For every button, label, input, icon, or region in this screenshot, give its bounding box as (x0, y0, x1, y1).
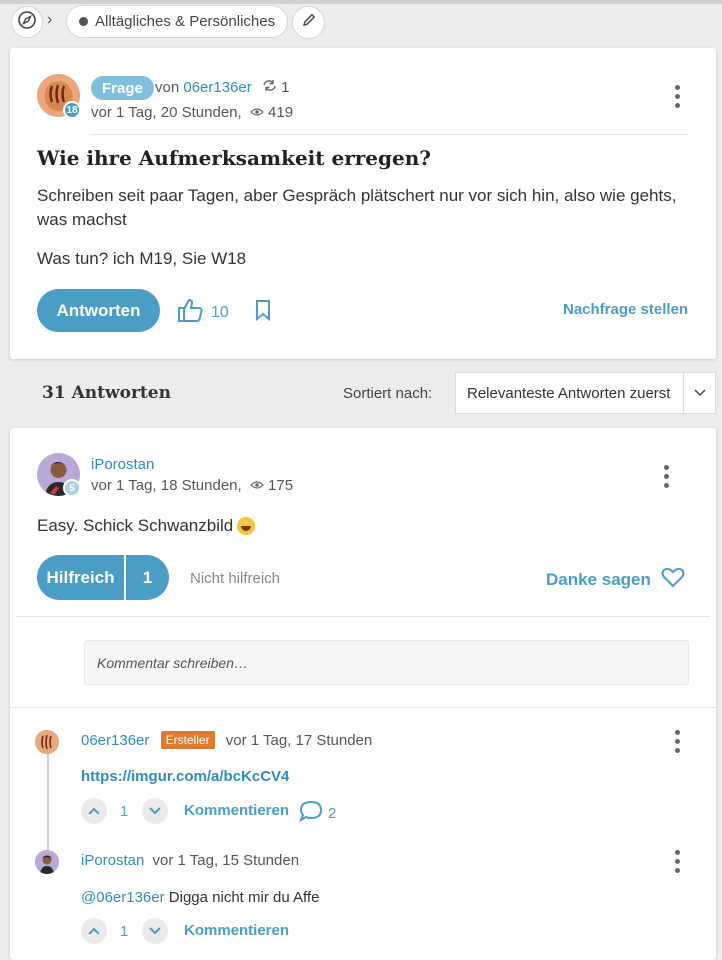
downvote-button[interactable] (142, 918, 168, 944)
comment-input[interactable]: Kommentar schreiben… (84, 640, 689, 685)
question-time: vor 1 Tag, 20 Stunden, (91, 104, 242, 121)
by-prefix: von (155, 79, 180, 96)
thanks-label: Danke sagen (546, 570, 651, 589)
comment-author-link[interactable]: iPorostan (81, 852, 144, 869)
eye-icon (249, 104, 268, 121)
answer-card: 5 iPorostan vor 1 Tag, 18 Stunden, 175 E… (10, 428, 716, 960)
question-views: 419 (268, 104, 294, 121)
speech-bubble-icon (298, 800, 323, 826)
level-badge: 18 (63, 101, 81, 119)
revisions-count: 1 (281, 79, 290, 96)
vote-count: 1 (120, 923, 129, 940)
comment-time: vor 1 Tag, 15 Stunden (152, 852, 300, 869)
thanks-button[interactable]: Danke sagen (546, 567, 685, 593)
compass-icon (17, 10, 37, 35)
pencil-icon (301, 12, 317, 33)
answer-text: Easy. Schick Schwanzbild (37, 516, 256, 536)
helpful-count[interactable]: 1 (126, 555, 169, 600)
like-button[interactable]: 10 (177, 297, 229, 328)
top-divider (0, 0, 722, 4)
answer-button[interactable]: Antworten (37, 289, 160, 332)
laughing-emoji-icon (237, 517, 256, 535)
divider (91, 134, 689, 135)
mention-link[interactable]: @06er136er (81, 889, 165, 906)
eye-icon (249, 477, 268, 494)
chevron-down-icon (149, 922, 161, 940)
heart-icon (661, 567, 685, 593)
comment-text: @06er136er Digga nicht mir du Affe (81, 889, 319, 906)
explore-button[interactable] (11, 6, 43, 38)
downvote-button[interactable] (142, 798, 168, 824)
creator-badge: Ersteller (160, 731, 215, 749)
chevron-down-icon (149, 802, 161, 820)
reply-button[interactable]: Kommentieren (184, 802, 289, 819)
followup-link[interactable]: Nachfrage stellen (563, 301, 688, 318)
comment-link-text[interactable]: https://imgur.com/a/bcKcCV4 (81, 768, 289, 785)
chevron-down-icon (683, 373, 715, 413)
chevron-up-icon (88, 922, 100, 940)
question-title: Wie ihre Aufmerksamkeit erregen? (37, 146, 431, 170)
upvote-button[interactable] (81, 918, 107, 944)
question-body-2: Was tun? ich M19, Sie W18 (37, 249, 247, 268)
vote-count: 1 (120, 803, 129, 820)
answer-body: Easy. Schick Schwanzbild (37, 516, 234, 535)
sort-label: Sortiert nach: (343, 385, 433, 402)
comment-body: Digga nicht mir du Affe (168, 889, 320, 906)
reply-count: 2 (328, 804, 337, 822)
comment-more-icon[interactable] (675, 730, 681, 757)
question-tag: Frage (91, 76, 154, 100)
reply-button[interactable]: Kommentieren (184, 922, 289, 939)
category-dot-icon (79, 17, 88, 26)
helpful-group: Hilfreich 1 (37, 555, 169, 600)
comment-time: vor 1 Tag, 17 Stunden (225, 732, 373, 749)
question-card: 18 Frage von 06er136er 1 vor 1 Tag, 20 S… (10, 48, 716, 359)
edit-button[interactable] (292, 6, 325, 39)
chevron-up-icon (88, 802, 100, 820)
replies-button[interactable]: 2 (298, 800, 337, 826)
answer-meta: vor 1 Tag, 18 Stunden, 175 (91, 477, 293, 494)
category-label: Alltägliches & Persönliches (95, 13, 276, 30)
not-helpful-button[interactable]: Nicht hilfreich (190, 570, 280, 587)
category-breadcrumb[interactable]: Alltägliches & Persönliches (66, 5, 289, 38)
bookmark-icon[interactable] (255, 299, 271, 326)
question-more-icon[interactable] (675, 85, 681, 112)
answer-views: 175 (268, 477, 294, 494)
comment-author-link[interactable]: 06er136er (81, 732, 149, 749)
upvote-button[interactable] (81, 798, 107, 824)
sort-value: Relevanteste Antworten zuerst (467, 384, 671, 402)
revisions-icon (262, 79, 281, 96)
thumbs-up-icon (177, 297, 205, 328)
answers-count: 31 Antworten (42, 383, 171, 403)
helpful-button[interactable]: Hilfreich (37, 555, 124, 600)
sort-select[interactable]: Relevanteste Antworten zuerst (455, 372, 716, 414)
divider (10, 707, 716, 708)
divider (16, 616, 710, 617)
question-author-line: von 06er136er 1 (155, 79, 289, 96)
like-count: 10 (211, 303, 229, 321)
author-link[interactable]: 06er136er (183, 79, 251, 96)
thread-line (47, 754, 49, 852)
comment-more-icon[interactable] (675, 850, 681, 877)
question-meta: vor 1 Tag, 20 Stunden, 419 (91, 104, 293, 121)
answer-more-icon[interactable] (664, 465, 670, 492)
avatar[interactable] (35, 730, 59, 754)
comment-header: 06er136er Ersteller vor 1 Tag, 17 Stunde… (81, 731, 372, 749)
chevron-right-icon: › (47, 11, 53, 28)
avatar[interactable] (35, 850, 59, 874)
top-bar: › Alltägliches & Persönliches (0, 0, 722, 42)
question-body: Schreiben seit paar Tagen, aber Gespräch… (37, 186, 677, 229)
answer-author-link[interactable]: iPorostan (91, 456, 154, 473)
comment-header: iPorostan vor 1 Tag, 15 Stunden (81, 852, 299, 869)
level-badge: 5 (63, 479, 81, 497)
answer-time: vor 1 Tag, 18 Stunden, (91, 477, 242, 494)
